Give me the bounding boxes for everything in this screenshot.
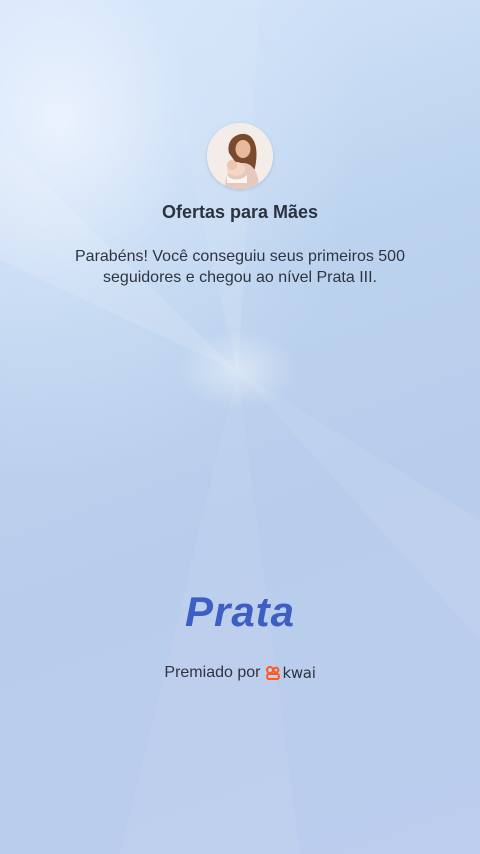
kwai-wordmark: kwai xyxy=(282,664,316,682)
profile-name: Ofertas para Mães xyxy=(161,202,319,222)
awarded-by-label: Premiado por xyxy=(164,664,261,681)
kwai-logo: kwai xyxy=(266,664,316,682)
congratulation-message: Parabéns! Você conseguiu seus primeiros … xyxy=(75,248,405,286)
level-name: Prata xyxy=(184,588,296,635)
kwai-icon xyxy=(266,666,281,680)
mother-baby-photo xyxy=(207,123,273,189)
profile-avatar xyxy=(207,123,273,189)
awarded-by-row: Premiado por kwai xyxy=(0,664,480,682)
